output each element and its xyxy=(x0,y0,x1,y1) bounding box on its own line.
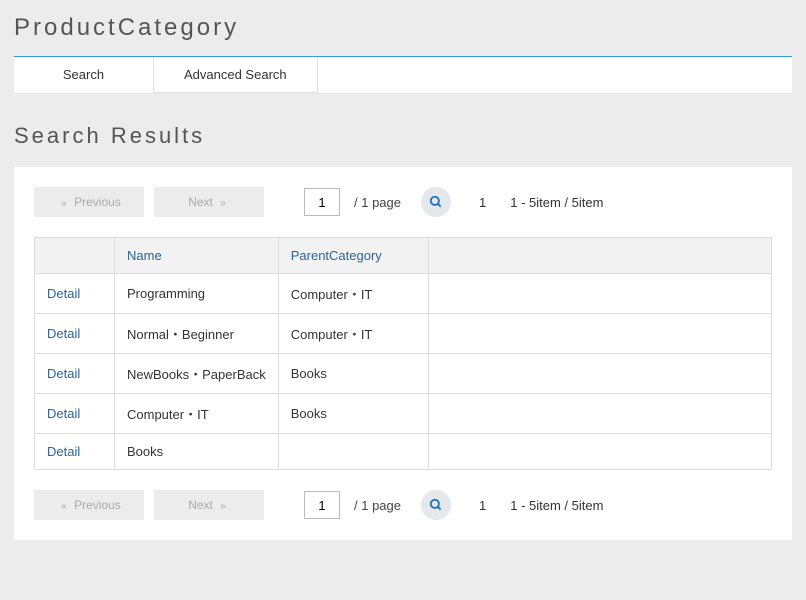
next-label: Next xyxy=(188,498,213,512)
table-row: Detail NewBooks・PaperBack Books xyxy=(35,354,772,394)
detail-link[interactable]: Detail xyxy=(47,326,80,341)
page-go-button[interactable] xyxy=(421,490,451,520)
item-range: 1 - 5item / 5item xyxy=(510,195,603,210)
tabs: Search Advanced Search xyxy=(14,57,792,93)
table-header-row: Name ParentCategory xyxy=(35,238,772,274)
page-total: / 1 page xyxy=(354,498,401,513)
next-label: Next xyxy=(188,195,213,209)
pagination-bottom: « Previous Next » / 1 page 1 1 - 5item /… xyxy=(34,490,772,520)
detail-link[interactable]: Detail xyxy=(47,286,80,301)
detail-link[interactable]: Detail xyxy=(47,366,80,381)
previous-button[interactable]: « Previous xyxy=(34,187,144,217)
table-row: Detail Normal・Beginner Computer・IT xyxy=(35,314,772,354)
page-go-button[interactable] xyxy=(421,187,451,217)
current-page: 1 xyxy=(479,498,486,513)
cell-name: Programming xyxy=(115,274,279,314)
item-range: 1 - 5item / 5item xyxy=(510,498,603,513)
header-name[interactable]: Name xyxy=(115,238,279,274)
tab-advanced-search[interactable]: Advanced Search xyxy=(154,57,318,93)
cell-parent: Books xyxy=(278,394,428,434)
cell-filler xyxy=(428,314,771,354)
cell-parent: Books xyxy=(278,354,428,394)
results-table: Name ParentCategory Detail Programming C… xyxy=(34,237,772,470)
header-parent[interactable]: ParentCategory xyxy=(278,238,428,274)
page-title: ProductCategory xyxy=(14,14,792,42)
detail-link[interactable]: Detail xyxy=(47,406,80,421)
search-icon xyxy=(429,498,443,512)
search-icon xyxy=(429,195,443,209)
header-action xyxy=(35,238,115,274)
header-filler xyxy=(428,238,771,274)
arrow-left-icon: « xyxy=(61,198,67,209)
table-row: Detail Books xyxy=(35,434,772,470)
results-panel: « Previous Next » / 1 page 1 1 - 5item /… xyxy=(14,167,792,540)
tab-search[interactable]: Search xyxy=(14,57,154,93)
previous-label: Previous xyxy=(74,195,121,209)
results-title: Search Results xyxy=(14,123,792,149)
previous-label: Previous xyxy=(74,498,121,512)
cell-filler xyxy=(428,354,771,394)
cell-filler xyxy=(428,434,771,470)
page-number-input[interactable] xyxy=(304,188,340,216)
tabs-container: Search Advanced Search xyxy=(14,56,792,93)
cell-filler xyxy=(428,394,771,434)
cell-name: Computer・IT xyxy=(115,394,279,434)
previous-button[interactable]: « Previous xyxy=(34,490,144,520)
current-page: 1 xyxy=(479,195,486,210)
next-button[interactable]: Next » xyxy=(154,187,264,217)
arrow-left-icon: « xyxy=(61,501,67,512)
page-total: / 1 page xyxy=(354,195,401,210)
cell-parent: Computer・IT xyxy=(278,314,428,354)
pagination-top: « Previous Next » / 1 page 1 1 - 5item /… xyxy=(34,187,772,217)
cell-name: NewBooks・PaperBack xyxy=(115,354,279,394)
arrow-right-icon: » xyxy=(220,501,226,512)
cell-name: Books xyxy=(115,434,279,470)
table-row: Detail Programming Computer・IT xyxy=(35,274,772,314)
page-number-input[interactable] xyxy=(304,491,340,519)
table-row: Detail Computer・IT Books xyxy=(35,394,772,434)
next-button[interactable]: Next » xyxy=(154,490,264,520)
cell-filler xyxy=(428,274,771,314)
cell-parent: Computer・IT xyxy=(278,274,428,314)
arrow-right-icon: » xyxy=(220,198,226,209)
cell-parent xyxy=(278,434,428,470)
detail-link[interactable]: Detail xyxy=(47,444,80,459)
cell-name: Normal・Beginner xyxy=(115,314,279,354)
